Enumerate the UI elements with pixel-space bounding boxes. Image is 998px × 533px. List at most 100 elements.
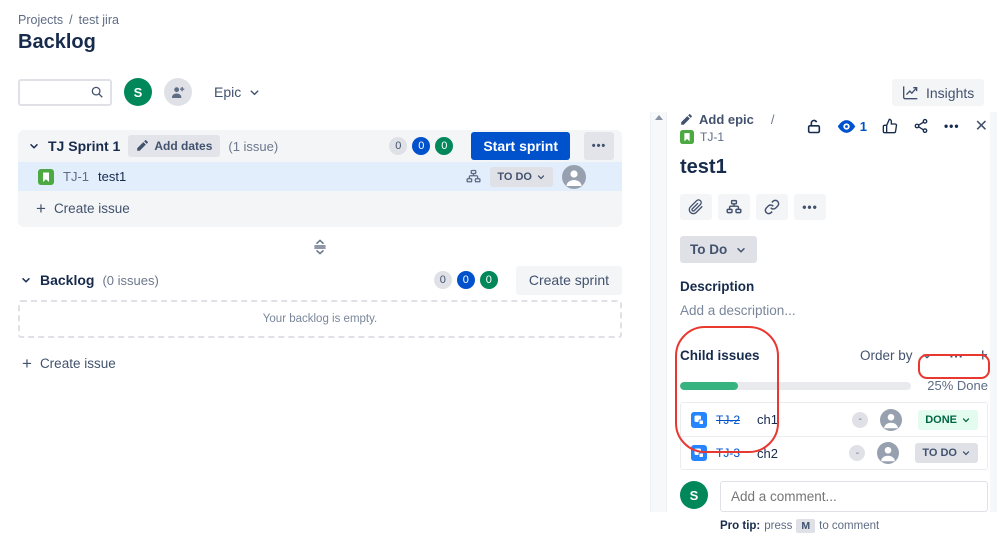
issue-summary: test1 [98,169,127,184]
user-avatar[interactable]: S [124,78,152,106]
add-dates-label: Add dates [154,139,213,153]
estimate-badge[interactable]: - [852,411,869,428]
page-title: Backlog [18,31,96,53]
sprint-header: TJ Sprint 1 Add dates (1 issue) 0 0 0 St… [18,130,622,162]
epic-filter-dropdown[interactable]: Epic [214,84,261,100]
thumbs-up-icon[interactable] [882,118,898,134]
chevron-down-icon [961,415,971,425]
pro-tip-press: press [764,520,793,532]
insights-button[interactable]: Insights [892,79,985,106]
sprint-issue-row[interactable]: TJ-1 test1 TO DO [18,162,622,191]
done-count-badge: 0 [479,271,498,289]
search-input-wrapper [18,78,112,106]
insights-chart-icon [902,85,919,100]
scroll-up-icon[interactable] [654,115,663,120]
sprint-issue-count: (1 issue) [228,138,279,154]
detail-more-button[interactable]: ••• [944,119,960,133]
chevron-down-icon [536,172,546,182]
close-icon[interactable]: ✕ [975,116,988,136]
breadcrumb: Projects / test jira [18,13,119,27]
child-issues-more-button[interactable]: ··· [949,348,963,364]
pro-tip: Pro tip: press M to comment [720,519,988,533]
add-epic-button[interactable]: Add epic / [680,112,806,127]
description-label: Description [680,279,755,294]
backlog-create-issue-button[interactable]: + Create issue [18,346,622,380]
pencil-icon [136,140,149,152]
comment-section: S [680,481,988,512]
child-status-dropdown[interactable]: DONE [918,409,978,430]
chevron-down-icon [248,86,261,99]
pro-tip-prefix: Pro tip: [720,520,761,532]
assignee-avatar[interactable] [877,442,900,464]
panel-resize-handle[interactable] [310,239,330,255]
estimate-badge[interactable]: - [849,445,866,461]
story-icon [680,130,694,144]
subtask-tree-icon [726,199,742,215]
add-child-button[interactable]: + [977,345,988,366]
backlog-panel: TJ Sprint 1 Add dates (1 issue) 0 0 0 St… [18,130,622,380]
collapse-chevron-icon[interactable] [28,140,40,152]
child-status-label: TO DO [922,447,957,459]
add-child-issue-button[interactable] [718,194,750,220]
detail-title[interactable]: test1 [680,156,988,179]
detail-issue-key: TJ-1 [700,130,724,144]
child-key[interactable]: TJ-3 [716,446,744,460]
collapse-chevron-icon[interactable] [20,274,32,286]
detail-issue-key-link[interactable]: TJ-1 [680,130,806,144]
backlog-empty-message: Your backlog is empty. [262,313,378,325]
page-scrollbar[interactable] [990,112,997,512]
assignee-avatar[interactable] [562,164,586,189]
chevron-down-icon [921,350,933,362]
child-summary: ch2 [757,445,778,461]
detail-actions-more-button[interactable]: ••• [794,194,826,220]
issue-key: TJ-1 [63,169,89,184]
child-progress-row: 25% Done [680,378,988,393]
child-issue-row[interactable]: TJ-3 ch2 - TO DO [681,436,987,469]
child-progress-bar [680,381,911,390]
add-epic-label: Add epic [699,112,754,127]
child-key[interactable]: TJ-2 [716,413,744,427]
backlog-status-badges: 0 0 0 [433,271,498,289]
order-by-dropdown[interactable]: Order by [860,348,934,363]
sprint-create-issue-button[interactable]: + Create issue [18,191,622,225]
subtask-tree-icon[interactable] [466,169,481,184]
breadcrumb-separator: / [770,112,775,127]
description-placeholder[interactable]: Add a description... [680,303,988,318]
child-status-label: DONE [925,413,957,426]
add-dates-button[interactable]: Add dates [128,135,221,157]
search-input[interactable] [26,81,90,103]
create-issue-label: Create issue [39,355,116,371]
link-issue-button[interactable] [756,194,788,220]
inprogress-count-badge: 0 [412,137,431,155]
eye-icon [837,119,856,134]
detail-status-label: To Do [690,242,728,257]
backlog-issue-count: (0 issues) [102,272,159,288]
lock-icon[interactable] [806,118,822,135]
assignee-avatar[interactable] [880,408,903,431]
detail-toolbar: 1 ••• ✕ [806,116,988,136]
watch-button[interactable]: 1 [837,119,867,134]
inprogress-count-badge: 0 [456,271,475,289]
issue-status-dropdown[interactable]: TO DO [490,166,553,187]
backlog-empty-dropzone: Your backlog is empty. [18,300,622,338]
start-sprint-button[interactable]: Start sprint [471,132,570,160]
sprint-more-button[interactable]: ••• [584,132,614,160]
child-status-dropdown[interactable]: TO DO [915,443,978,463]
detail-panel-scrollbar[interactable] [650,112,667,512]
sprint-container: TJ Sprint 1 Add dates (1 issue) 0 0 0 St… [18,130,622,227]
user-avatar: S [680,481,708,509]
create-issue-label: Create issue [53,200,130,216]
keyboard-key-m: M [796,519,816,533]
link-icon [764,199,780,215]
child-issue-row[interactable]: TJ-2 ch1 - DONE [681,403,987,436]
sprint-name: TJ Sprint 1 [48,138,121,154]
add-people-button[interactable] [164,78,192,106]
breadcrumb-project-link[interactable]: test jira [79,13,119,27]
breadcrumb-projects-link[interactable]: Projects [18,13,63,27]
comment-input[interactable] [720,481,988,512]
share-icon[interactable] [913,118,929,134]
attach-button[interactable] [680,194,712,220]
person-add-icon [170,84,186,100]
create-sprint-button[interactable]: Create sprint [515,265,622,295]
detail-status-dropdown[interactable]: To Do [680,236,758,263]
